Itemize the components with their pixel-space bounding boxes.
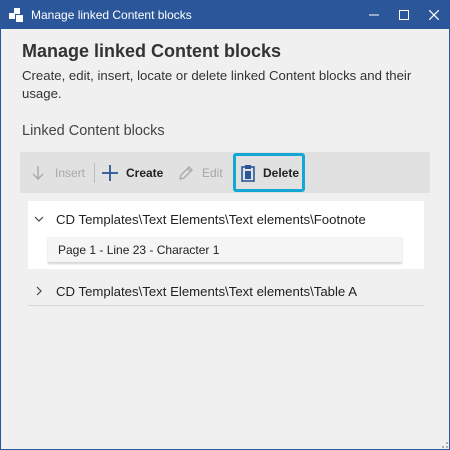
app-icon [9,8,23,22]
insert-button[interactable]: Insert [29,152,85,193]
dialog-heading: Manage linked Content blocks [22,41,282,61]
close-icon [429,10,439,20]
toolbar: Insert Create Edit Delete [20,152,430,193]
pencil-icon [179,165,193,180]
maximize-button[interactable] [389,1,419,29]
list-divider [28,305,424,306]
clipboard-delete-icon [241,164,255,182]
chevron-right-icon[interactable] [34,286,44,296]
tree-item-label: CD Templates\Text Elements\Text elements… [56,211,366,227]
edit-label: Edit [202,165,223,180]
delete-button[interactable]: Delete [233,153,305,192]
tree-item[interactable]: CD Templates\Text Elements\Text elements… [28,209,366,229]
close-button[interactable] [419,1,449,29]
tree-item[interactable]: CD Templates\Text Elements\Text elements… [28,279,424,303]
dialog-description: Create, edit, insert, locate or delete l… [22,68,412,101]
plus-icon [102,164,118,181]
minimize-button[interactable] [359,1,389,29]
dialog-window: Manage linked Content blocks Manage link… [0,0,450,450]
title-bar[interactable]: Manage linked Content blocks [1,1,449,29]
arrow-down-icon [32,165,44,180]
tree-item-label: CD Templates\Text Elements\Text elements… [56,283,358,299]
insert-label: Insert [55,165,86,180]
resize-grip-icon[interactable] [439,439,449,449]
toolbar-separator [94,163,95,183]
edit-button[interactable]: Edit [177,152,223,193]
section-label: Linked Content blocks [22,123,165,139]
maximize-icon [399,10,409,20]
content-block-tree: CD Templates\Text Elements\Text elements… [28,201,424,269]
usage-item[interactable]: Page 1 - Line 23 - Character 1 [48,237,402,263]
window-title: Manage linked Content blocks [31,8,192,22]
create-label: Create [126,165,164,180]
minimize-icon [369,14,379,16]
usage-label: Page 1 - Line 23 - Character 1 [58,242,220,257]
chevron-down-icon[interactable] [34,214,44,224]
delete-label: Delete [263,165,300,180]
create-button[interactable]: Create [101,152,163,193]
